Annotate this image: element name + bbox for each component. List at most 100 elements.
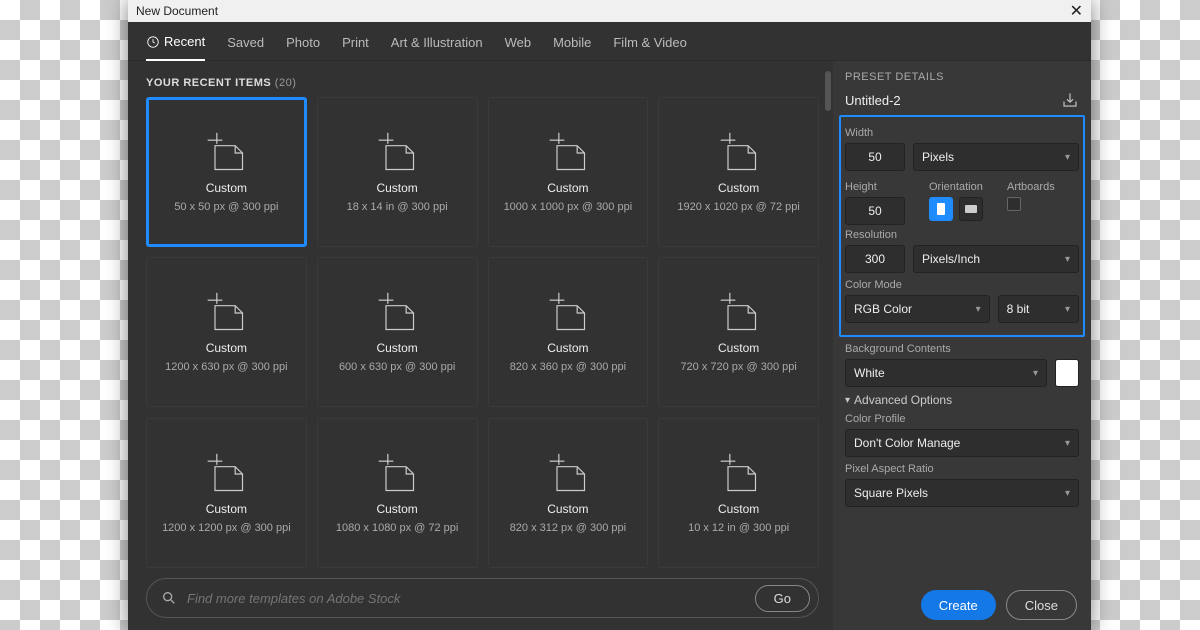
tab-art-illustration[interactable]: Art & Illustration <box>391 35 483 60</box>
preset-card[interactable]: Custom 720 x 720 px @ 300 ppi <box>658 257 819 407</box>
preset-card[interactable]: Custom1920 x 1020 px @ 72 ppi <box>658 97 819 247</box>
stock-go-button[interactable]: Go <box>755 585 810 612</box>
save-preset-icon[interactable] <box>1061 91 1079 109</box>
preset-dimensions: 600 x 630 px @ 300 ppi <box>339 361 455 373</box>
chevron-down-icon: ▾ <box>1065 438 1070 449</box>
orientation-landscape-button[interactable] <box>959 197 983 221</box>
preset-dimensions: 720 x 720 px @ 300 ppi <box>680 361 796 373</box>
chevron-down-icon: ▾ <box>1065 254 1070 265</box>
preset-dimensions: 820 x 360 px @ 300 ppi <box>510 361 626 373</box>
color-profile-label: Color Profile <box>845 413 1079 425</box>
preset-card[interactable]: Custom10 x 12 in @ 300 ppi <box>658 418 819 568</box>
width-unit-select[interactable]: Pixels▾ <box>913 143 1079 171</box>
preset-dimensions: 50 x 50 px @ 300 ppi <box>174 201 278 213</box>
preset-card[interactable]: Custom 1000 x 1000 px @ 300 ppi <box>488 97 649 247</box>
new-document-dialog: New Document ✕ Recent Saved Photo Print Art … <box>128 0 1091 630</box>
document-icon <box>375 291 419 335</box>
chevron-down-icon: ▾ <box>1065 488 1070 499</box>
width-input[interactable] <box>845 143 905 171</box>
preset-card[interactable]: Custom 820 x 360 px @ 300 ppi <box>488 257 649 407</box>
document-icon <box>375 452 419 496</box>
preset-card[interactable]: Custom1080 x 1080 px @ 72 ppi <box>317 418 478 568</box>
preset-details-heading: PRESET DETAILS <box>845 71 1079 83</box>
scrollbar-thumb[interactable] <box>825 71 831 111</box>
orientation-portrait-button[interactable] <box>929 197 953 221</box>
height-label: Height <box>845 181 905 193</box>
tab-mobile[interactable]: Mobile <box>553 35 591 60</box>
clock-icon <box>146 35 160 49</box>
tab-web[interactable]: Web <box>505 35 532 60</box>
resolution-input[interactable] <box>845 245 905 273</box>
preset-card[interactable]: Custom50 x 50 px @ 300 ppi <box>146 97 307 247</box>
document-icon <box>717 291 761 335</box>
document-icon <box>204 291 248 335</box>
tab-recent[interactable]: Recent <box>146 34 205 61</box>
preset-details-panel: PRESET DETAILS Untitled-2 Width Pixels▾ <box>833 61 1091 630</box>
preset-card[interactable]: Custom820 x 312 px @ 300 ppi <box>488 418 649 568</box>
dialog-footer: Create Close <box>833 580 1091 620</box>
preset-title: Custom <box>718 181 759 195</box>
document-icon <box>546 291 590 335</box>
pixel-aspect-select[interactable]: Square Pixels▾ <box>845 479 1079 507</box>
document-icon <box>375 131 419 175</box>
preset-card[interactable]: Custom 18 x 14 in @ 300 ppi <box>317 97 478 247</box>
section-count: (20) <box>275 77 297 89</box>
preset-dimensions: 1000 x 1000 px @ 300 ppi <box>504 201 633 213</box>
preset-title: Custom <box>547 341 588 355</box>
chevron-down-icon: ▾ <box>1065 304 1070 315</box>
preset-dimensions: 18 x 14 in @ 300 ppi <box>347 201 448 213</box>
document-icon <box>717 452 761 496</box>
preset-dimensions: 1200 x 630 px @ 300 ppi <box>165 361 287 373</box>
preset-title: Custom <box>206 502 247 516</box>
stock-search: Go <box>146 578 819 618</box>
preset-title: Custom <box>376 181 417 195</box>
background-swatch[interactable] <box>1055 359 1079 387</box>
color-mode-select[interactable]: RGB Color▾ <box>845 295 990 323</box>
chevron-down-icon: ▾ <box>1065 152 1070 163</box>
chevron-down-icon: ▾ <box>845 395 850 406</box>
preset-title: Custom <box>718 341 759 355</box>
preset-title: Custom <box>376 341 417 355</box>
tab-photo[interactable]: Photo <box>286 35 320 60</box>
preset-title: Custom <box>547 181 588 195</box>
tab-print[interactable]: Print <box>342 35 369 60</box>
width-label: Width <box>845 127 1079 139</box>
background-label: Background Contents <box>845 343 1079 355</box>
document-icon <box>204 131 248 175</box>
tab-film-video[interactable]: Film & Video <box>613 35 686 60</box>
color-profile-select[interactable]: Don't Color Manage▾ <box>845 429 1079 457</box>
presets-panel: YOUR RECENT ITEMS (20) Custom50 x 50 px … <box>128 61 833 630</box>
document-icon <box>717 131 761 175</box>
category-tabs: Recent Saved Photo Print Art & Illustration W… <box>128 22 1091 61</box>
preset-title: Custom <box>376 502 417 516</box>
preset-grid: Custom50 x 50 px @ 300 ppiCustom18 x 14 … <box>146 97 819 568</box>
close-icon[interactable]: ✕ <box>1070 1 1083 21</box>
advanced-options-toggle[interactable]: ▾ Advanced Options <box>845 393 1079 407</box>
preset-dimensions: 1200 x 1200 px @ 300 ppi <box>162 522 291 534</box>
bit-depth-select[interactable]: 8 bit▾ <box>998 295 1079 323</box>
document-icon <box>546 131 590 175</box>
background-select[interactable]: White▾ <box>845 359 1047 387</box>
resolution-unit-select[interactable]: Pixels/Inch▾ <box>913 245 1079 273</box>
close-button[interactable]: Close <box>1006 590 1077 620</box>
pixel-aspect-label: Pixel Aspect Ratio <box>845 463 1079 475</box>
chevron-down-icon: ▾ <box>976 304 981 315</box>
preset-title: Custom <box>718 502 759 516</box>
preset-card[interactable]: Custom 1200 x 1200 px @ 300 ppi <box>146 418 307 568</box>
document-icon <box>204 452 248 496</box>
preset-name[interactable]: Untitled-2 <box>845 93 901 108</box>
artboards-checkbox[interactable] <box>1007 197 1021 211</box>
color-mode-label: Color Mode <box>845 279 1079 291</box>
window-title: New Document <box>136 4 218 18</box>
preset-card[interactable]: Custom1200 x 630 px @ 300 ppi <box>146 257 307 407</box>
chevron-down-icon: ▾ <box>1033 368 1038 379</box>
titlebar: New Document ✕ <box>128 0 1091 22</box>
height-input[interactable] <box>845 197 905 225</box>
section-heading: YOUR RECENT ITEMS (20) <box>146 77 819 89</box>
preset-card[interactable]: Custom 600 x 630 px @ 300 ppi <box>317 257 478 407</box>
stock-search-input[interactable] <box>187 591 745 606</box>
highlighted-settings: Width Pixels▾ Height Orientatio <box>839 115 1085 337</box>
create-button[interactable]: Create <box>921 590 996 620</box>
section-label: YOUR RECENT ITEMS <box>146 77 271 89</box>
tab-saved[interactable]: Saved <box>227 35 264 60</box>
